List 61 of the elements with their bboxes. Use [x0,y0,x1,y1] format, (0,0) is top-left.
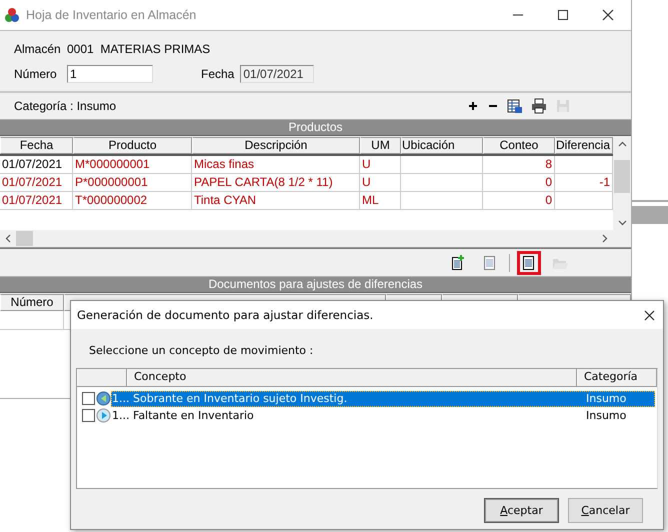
print-icon[interactable] [531,98,547,114]
scroll-down-icon[interactable] [618,220,626,226]
column-header[interactable]: Conteo [483,137,555,154]
table-cell: ML [360,192,401,210]
column-header[interactable]: Producto [73,137,192,154]
table-cell: PAPEL CARTA(8 1/2 * 11) [192,174,360,192]
checkbox[interactable] [82,409,95,422]
scroll-right-icon[interactable] [602,234,608,243]
section-header: Productos [0,119,631,136]
numero-field[interactable]: 1 [67,64,153,82]
column-header[interactable]: Diferencia [555,137,613,154]
table-cell: T*000000002 [73,192,192,210]
table-cell: 01/07/2021 [0,174,73,192]
column-header[interactable]: Concepto [127,369,577,386]
column-header[interactable]: Número [0,294,64,311]
scroll-up-icon[interactable] [618,141,626,147]
play-circle-icon [96,408,111,423]
table-cell: Tinta CYAN [192,192,360,210]
table-cell: U [360,156,401,174]
section-header: Documentos para ajustes de diferencias [0,276,631,293]
table-cell: 0 [483,192,555,210]
table-cell: U [360,174,401,192]
fecha-label: Fecha [201,66,234,80]
numero-label: Número [14,66,58,80]
almacen-value: 0001 MATERIAS PRIMAS [67,42,210,56]
fecha-field: 01/07/2021 [240,64,314,82]
table-cell: P*000000001 [73,174,192,192]
vertical-scrollbar[interactable] [613,137,631,230]
table-cell: 8 [483,156,555,174]
prompt-text: Seleccione un concepto de movimiento : [89,344,314,359]
table-cell: Micas finas [192,156,360,174]
column-header[interactable]: Descripción [192,137,360,154]
checkbox[interactable] [82,392,95,405]
dialog-title: Generación de documento para ajustar diferencias. [77,308,374,322]
scroll-thumb[interactable] [16,231,33,246]
list-row[interactable]: 1... Sobrante en Inventario sujeto Investig. Insumo [111,390,655,406]
close-icon[interactable] [644,310,655,320]
spreadsheet-icon[interactable] [507,98,523,114]
add-icon[interactable] [467,100,479,112]
category-label: Categoría : Insumo [14,99,118,113]
scroll-left-icon[interactable] [5,234,11,243]
table-cell: 01/07/2021 [0,192,73,210]
column-header[interactable]: Fecha [0,137,73,154]
app-icon [4,7,20,23]
table-cell: M*000000001 [73,156,192,174]
column-header[interactable]: UM [360,137,401,154]
column-header[interactable]: Ubicación [401,137,483,154]
almacen-label: Almacén [14,42,62,56]
list-row[interactable]: 1... Faltante en Inventario Insumo [111,408,655,424]
document-icon[interactable] [517,250,541,274]
scroll-thumb[interactable] [614,160,630,193]
maximize-icon[interactable] [557,9,569,21]
left-arrow-circle-icon [96,391,111,406]
column-header[interactable]: Categoría [577,369,657,386]
horizontal-scrollbar[interactable] [0,230,613,247]
accept-button[interactable]: Aceptar [484,498,559,523]
table-cell: 01/07/2021 [0,156,73,174]
cancel-button[interactable]: Cancelar [568,498,643,523]
window-title: Hoja de Inventario en Almacén [26,8,198,22]
close-icon[interactable] [602,9,614,21]
table-cell: 0 [483,174,555,192]
